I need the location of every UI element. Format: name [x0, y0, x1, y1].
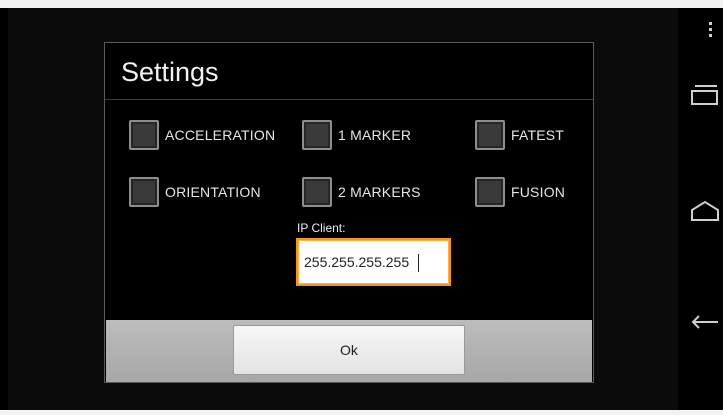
screen-bottom-edge — [0, 410, 723, 415]
overflow-menu-icon[interactable] — [709, 22, 713, 40]
title-divider — [105, 99, 593, 100]
button-bar: Ok — [106, 320, 592, 382]
option-acceleration[interactable]: ACCELERATION — [129, 120, 275, 150]
option-fusion[interactable]: FUSION — [475, 177, 565, 207]
orientation-checkbox[interactable] — [129, 177, 159, 207]
option-label: 1 MARKER — [338, 127, 412, 143]
recent-apps-icon[interactable] — [691, 84, 719, 106]
acceleration-checkbox[interactable] — [129, 120, 159, 150]
option-2-markers[interactable]: 2 MARKERS — [302, 177, 421, 207]
2-markers-checkbox[interactable] — [302, 177, 332, 207]
option-label: FUSION — [511, 184, 566, 200]
ok-button[interactable]: Ok — [233, 325, 465, 375]
fusion-checkbox[interactable] — [475, 177, 505, 207]
ip-client-label: IP Client: — [297, 221, 346, 235]
back-icon[interactable] — [690, 313, 720, 333]
ip-client-input[interactable] — [296, 238, 451, 286]
fatest-checkbox[interactable] — [475, 120, 505, 150]
option-label: ACCELERATION — [165, 127, 276, 143]
option-label: FATEST — [511, 127, 565, 143]
text-cursor — [418, 254, 419, 272]
option-1-marker[interactable]: 1 MARKER — [302, 120, 411, 150]
home-icon[interactable] — [690, 199, 720, 223]
option-fatest[interactable]: FATEST — [475, 120, 564, 150]
option-label: 2 MARKERS — [338, 184, 421, 200]
settings-dialog: Settings ACCELERATION 1 MARKER FATEST OR… — [104, 42, 594, 383]
1-marker-checkbox[interactable] — [302, 120, 332, 150]
screen-top-edge — [0, 0, 723, 8]
dialog-title: Settings — [121, 57, 219, 87]
option-orientation[interactable]: ORIENTATION — [129, 177, 261, 207]
option-label: ORIENTATION — [165, 184, 261, 200]
